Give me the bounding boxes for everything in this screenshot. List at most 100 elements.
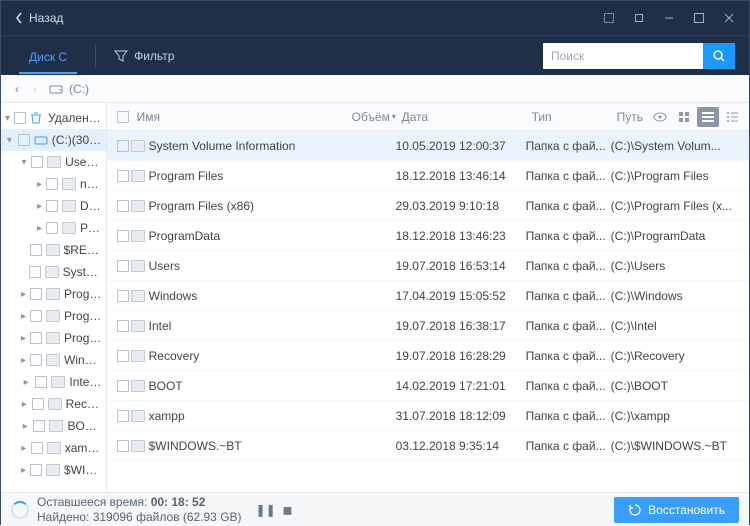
window-minimize-button[interactable] <box>655 6 683 30</box>
tree-item[interactable]: ▸Program Files(67780) <box>1 283 106 305</box>
row-checkbox[interactable] <box>117 440 129 452</box>
tree-item[interactable]: ▸name(97991) <box>1 173 106 195</box>
tree-item[interactable]: ▸Intel(3) <box>1 371 106 393</box>
tree-item[interactable]: ▸Windows(77087) <box>1 349 106 371</box>
table-row[interactable]: System Volume Information10.05.2019 12:0… <box>107 131 749 161</box>
stop-button[interactable]: ◼ <box>280 503 296 517</box>
tree-item[interactable]: System Volume Inform... <box>1 261 106 283</box>
tree-checkbox[interactable] <box>33 420 45 432</box>
tree-item[interactable]: ▸Recovery(4) <box>1 393 106 415</box>
select-all-checkbox[interactable] <box>117 111 129 123</box>
tree-checkbox[interactable] <box>18 134 30 146</box>
tree-checkbox[interactable] <box>31 442 43 454</box>
breadcrumb-forward-button[interactable]: › <box>27 81 43 97</box>
back-button[interactable]: Назад <box>7 7 71 29</box>
column-path[interactable]: Путь <box>611 110 649 124</box>
tree-checkbox[interactable] <box>35 376 47 388</box>
preview-toggle-button[interactable] <box>649 107 671 127</box>
row-checkbox[interactable] <box>117 350 129 362</box>
expand-toggle[interactable]: ▾ <box>21 157 27 168</box>
row-checkbox[interactable] <box>117 200 129 212</box>
row-checkbox[interactable] <box>117 410 129 422</box>
column-date[interactable]: Дата <box>396 110 526 124</box>
tree-checkbox[interactable] <box>46 222 58 234</box>
search-button[interactable] <box>703 43 735 69</box>
tree-item[interactable]: ▸Public(95) <box>1 217 106 239</box>
tree-checkbox[interactable] <box>31 156 43 168</box>
view-details-button[interactable] <box>721 107 743 127</box>
tree-item[interactable]: ▸BOOT(1) <box>1 415 106 437</box>
table-row[interactable]: Program Files (x86)29.03.2019 9:10:18Пап… <box>107 191 749 221</box>
row-checkbox[interactable] <box>117 320 129 332</box>
list-body[interactable]: System Volume Information10.05.2019 12:0… <box>107 131 749 492</box>
expand-toggle[interactable]: ▸ <box>21 377 31 388</box>
row-checkbox[interactable] <box>117 380 129 392</box>
expand-toggle[interactable]: ▸ <box>21 421 29 432</box>
tree-item[interactable]: ▾(C:)(307653) <box>1 129 106 151</box>
tree-item[interactable]: ▸ProgramData(6803) <box>1 327 106 349</box>
filter-button[interactable]: Фильтр <box>114 49 174 63</box>
tree-checkbox[interactable] <box>30 464 42 476</box>
table-row[interactable]: Users19.07.2018 16:53:14Папка с фай...(C… <box>107 251 749 281</box>
search-input[interactable] <box>543 43 703 69</box>
tree-item[interactable]: ▸$WINDOWS.~BT(545) <box>1 459 106 481</box>
table-row[interactable]: Recovery19.07.2018 16:28:29Папка с фай..… <box>107 341 749 371</box>
pause-button[interactable]: ❚❚ <box>256 503 272 517</box>
expand-toggle[interactable]: ▸ <box>21 355 26 366</box>
row-checkbox[interactable] <box>117 140 129 152</box>
tree-checkbox[interactable] <box>32 398 44 410</box>
expand-toggle[interactable]: ▾ <box>5 113 10 124</box>
column-name[interactable]: Имя <box>131 110 346 124</box>
expand-toggle[interactable]: ▸ <box>37 201 42 212</box>
row-checkbox[interactable] <box>117 290 129 302</box>
tree-checkbox[interactable] <box>30 244 42 256</box>
expand-toggle[interactable]: ▸ <box>21 289 26 300</box>
expand-toggle[interactable]: ▸ <box>37 179 42 190</box>
tree-item[interactable]: $RECYCLE.BIN(7) <box>1 239 106 261</box>
tree-checkbox[interactable] <box>29 266 41 278</box>
folder-tree[interactable]: ▾Удаленные файлы(114...▾(C:)(307653)▾Use… <box>1 103 107 492</box>
tree-item[interactable]: ▾Users(98114) <box>1 151 106 173</box>
column-volume[interactable]: Объём▾ <box>346 110 396 124</box>
window-close-button[interactable] <box>715 6 743 30</box>
tree-item[interactable]: ▸xampp(14097) <box>1 437 106 459</box>
breadcrumb-back-button[interactable]: ‹ <box>9 81 25 97</box>
window-restore-button[interactable] <box>625 6 653 30</box>
table-row[interactable]: Windows17.04.2019 15:05:52Папка с фай...… <box>107 281 749 311</box>
row-checkbox[interactable] <box>117 260 129 272</box>
recover-button[interactable]: Восстановить <box>614 497 739 523</box>
expand-toggle[interactable]: ▾ <box>5 135 14 146</box>
tree-item[interactable]: ▸Program Files (x86)(42...) <box>1 305 106 327</box>
tree-checkbox[interactable] <box>30 310 42 322</box>
view-list-button[interactable] <box>697 107 719 127</box>
expand-toggle[interactable]: ▸ <box>21 443 27 454</box>
row-checkbox[interactable] <box>117 170 129 182</box>
table-row[interactable]: BOOT14.02.2019 17:21:01Папка с фай...(C:… <box>107 371 749 401</box>
expand-toggle[interactable]: ▸ <box>21 465 26 476</box>
table-row[interactable]: Program Files18.12.2018 13:46:14Папка с … <box>107 161 749 191</box>
tree-checkbox[interactable] <box>30 332 42 344</box>
tree-checkbox[interactable] <box>30 288 42 300</box>
row-checkbox[interactable] <box>117 230 129 242</box>
tree-item[interactable]: ▾Удаленные файлы(114... <box>1 107 106 129</box>
expand-toggle[interactable]: ▸ <box>37 223 42 234</box>
view-grid-button[interactable] <box>673 107 695 127</box>
tree-checkbox[interactable] <box>30 354 42 366</box>
tree-checkbox[interactable] <box>14 112 26 124</box>
table-row[interactable]: Intel19.07.2018 16:38:17Папка с фай...(C… <box>107 311 749 341</box>
table-row[interactable]: ProgramData18.12.2018 13:46:23Папка с фа… <box>107 221 749 251</box>
restore-icon <box>628 503 642 517</box>
tree-item[interactable]: ▸Default(27) <box>1 195 106 217</box>
table-row[interactable]: xampp31.07.2018 18:12:09Папка с фай...(C… <box>107 401 749 431</box>
expand-toggle[interactable]: ▸ <box>21 311 26 322</box>
tree-checkbox[interactable] <box>46 178 58 190</box>
expand-toggle[interactable]: ▸ <box>21 333 26 344</box>
window-maximize-button[interactable] <box>685 6 713 30</box>
window-settings-button[interactable] <box>595 6 623 30</box>
tree-checkbox[interactable] <box>46 200 58 212</box>
table-row[interactable]: $WINDOWS.~BT03.12.2018 9:35:14Папка с фа… <box>107 431 749 461</box>
expand-toggle[interactable]: ▸ <box>21 399 28 410</box>
footer: Оставшееся время: 00: 18: 52 Найдено: 31… <box>1 492 749 526</box>
column-type[interactable]: Тип <box>526 110 611 124</box>
tab-disk-c[interactable]: Диск C <box>19 40 77 72</box>
